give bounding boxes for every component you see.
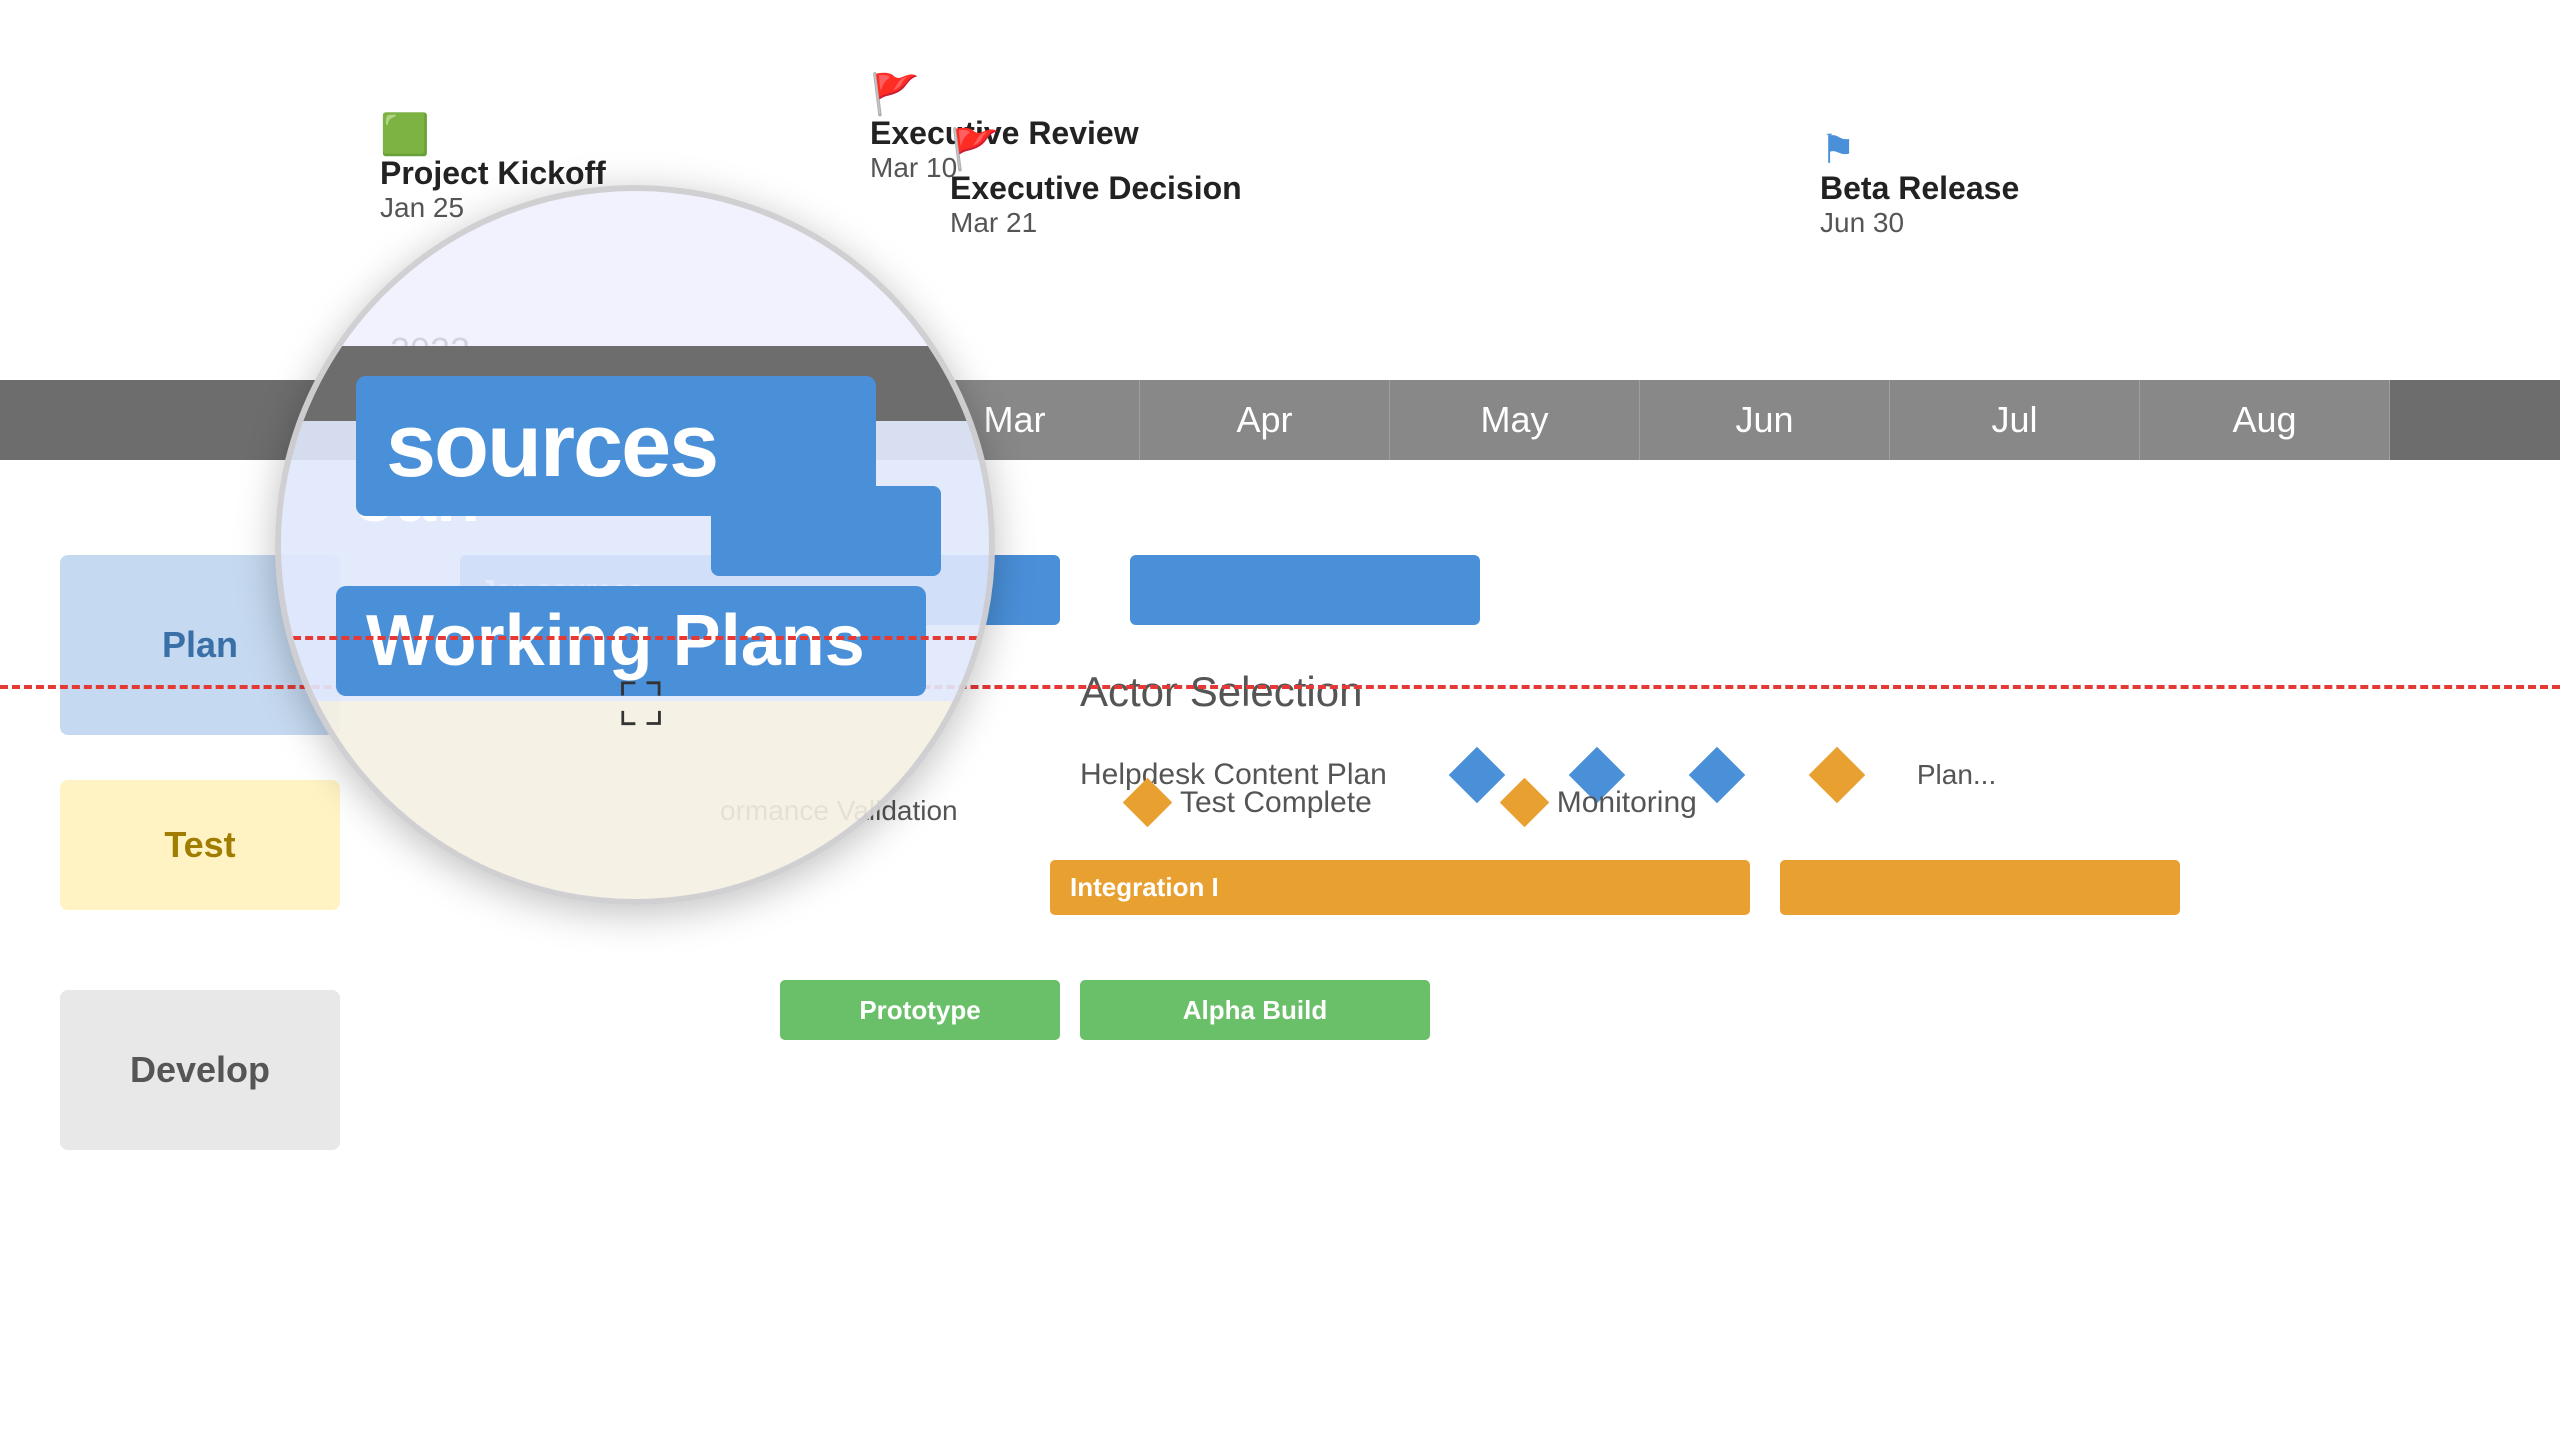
magnifier-overlay: Jan sources Working Plans: [275, 185, 995, 905]
green-flag-icon: 🟩: [380, 115, 430, 155]
integration-bar-1[interactable]: Integration I: [1050, 860, 1750, 915]
test-complete-label: Test Complete: [1180, 786, 1372, 820]
milestone-date: Jun 30: [1820, 207, 1904, 239]
magnifier-content: Jan sources Working Plans: [281, 191, 989, 899]
milestone-beta-release: ⚑ Beta Release Jun 30: [1820, 130, 2019, 239]
mag-blue-bar-small: [711, 486, 941, 576]
alpha-label: Alpha Build: [1183, 995, 1327, 1026]
milestone-title: Project Kickoff: [380, 155, 606, 192]
diamond-monitoring-icon: [1500, 778, 1549, 827]
contractor-selection-label: Actor Selection: [1080, 668, 1362, 716]
month-jul: Jul: [1890, 380, 2140, 460]
bar-plan-secondary[interactable]: [1130, 555, 1480, 625]
plan-label: Plan...: [1917, 759, 1996, 791]
diamond-test-icon: [1123, 778, 1172, 827]
milestone-title: Executive Decision: [950, 170, 1242, 207]
integration-label: Integration I: [1070, 872, 1219, 903]
month-may: May: [1390, 380, 1640, 460]
milestone-title: Beta Release: [1820, 170, 2019, 207]
milestone-executive-decision: 🚩 Executive Decision Mar 21: [950, 130, 1242, 239]
milestone-date: Mar 10: [870, 152, 957, 184]
month-aug: Aug: [2140, 380, 2390, 460]
bar-prototype[interactable]: Prototype: [780, 980, 1060, 1040]
month-apr: Apr: [1140, 380, 1390, 460]
mag-sources-text: sources: [386, 395, 717, 498]
blue-flag-icon: ⚑: [1820, 130, 1856, 170]
mag-working-plans-text: Working Plans: [366, 600, 865, 682]
flag-icon: 🚩: [950, 130, 1000, 170]
test-complete-row: Test Complete Monitoring: [1130, 785, 1697, 820]
flag-icon: 🚩: [870, 75, 920, 115]
integration-bar-2: [1780, 860, 2180, 915]
mag-dashed-line: [281, 636, 989, 640]
bar-alpha-build[interactable]: Alpha Build: [1080, 980, 1430, 1040]
row-label-develop: Develop: [60, 990, 340, 1150]
diamond-icon-4: [1809, 747, 1866, 804]
diamond-icon-3: [1689, 747, 1746, 804]
prototype-label: Prototype: [859, 995, 980, 1026]
month-jun: Jun: [1640, 380, 1890, 460]
monitoring-label: Monitoring: [1557, 786, 1697, 820]
move-cursor-icon: ⛶: [620, 670, 662, 740]
